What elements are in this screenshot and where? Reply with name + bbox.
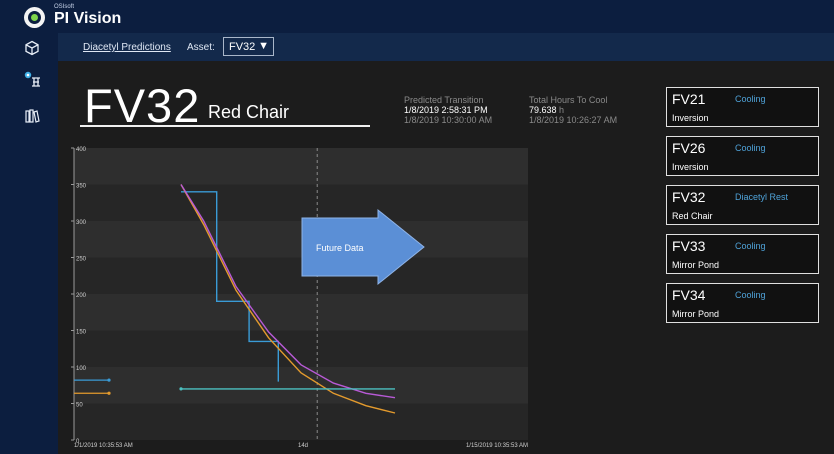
kpi-value: 1/8/2019 2:58:31 PM bbox=[404, 105, 488, 115]
display-link[interactable]: Diacetyl Predictions bbox=[83, 42, 171, 53]
kpi-total-hours[interactable]: Total Hours To Cool 79.638 h 1/8/2019 10… bbox=[529, 95, 617, 125]
tile-status: Diacetyl Rest bbox=[735, 192, 789, 202]
tile-description: Red Chair bbox=[672, 211, 713, 221]
x-mid-label: 14d bbox=[298, 443, 308, 448]
y-tick-label: 400 bbox=[76, 147, 87, 153]
app-header: OSIsoft PI Vision bbox=[0, 0, 834, 33]
tile-status: Cooling bbox=[735, 290, 766, 300]
product-name: PI Vision bbox=[54, 10, 122, 27]
x-start-label: 1/1/2019 10:35:53 AM bbox=[74, 443, 133, 448]
trend-chart[interactable]: 4003503002502001501005001/1/2019 10:35:5… bbox=[66, 143, 534, 448]
y-tick-label: 200 bbox=[76, 293, 87, 299]
tile-asset: FV32 bbox=[672, 189, 706, 205]
kpi-label: Total Hours To Cool bbox=[529, 95, 608, 105]
tile-description: Mirror Pond bbox=[672, 260, 720, 270]
tile-description: Mirror Pond bbox=[672, 309, 720, 319]
plot-band bbox=[74, 403, 528, 440]
asset-select[interactable]: FV32 ▼ bbox=[223, 37, 274, 56]
tile-asset: FV21 bbox=[672, 91, 706, 107]
y-tick-label: 350 bbox=[76, 184, 87, 190]
future-data-label: Future Data bbox=[316, 243, 364, 253]
tile-status: Cooling bbox=[735, 241, 766, 251]
asset-select-value: FV32 bbox=[229, 41, 256, 53]
tile-description: Inversion bbox=[672, 113, 709, 123]
asset-tile[interactable]: FV32 Diacetyl Rest Red Chair bbox=[666, 185, 819, 225]
asset-label: Asset: bbox=[187, 42, 215, 53]
plot-band bbox=[74, 221, 528, 258]
plot-band bbox=[74, 184, 528, 221]
cube-icon[interactable] bbox=[24, 40, 40, 56]
tile-description: Inversion bbox=[672, 162, 709, 172]
tile-status: Cooling bbox=[735, 94, 766, 104]
tile-status: Cooling bbox=[735, 143, 766, 153]
kpi-predicted-transition[interactable]: Predicted Transition 1/8/2019 2:58:31 PM… bbox=[404, 95, 492, 125]
kpi-timestamp: 1/8/2019 10:30:00 AM bbox=[404, 115, 493, 125]
asset-tile[interactable]: FV33 Cooling Mirror Pond bbox=[666, 234, 819, 274]
page-subtitle: Red Chair bbox=[208, 102, 290, 122]
kpi-label: Predicted Transition bbox=[404, 95, 484, 105]
kpi-unit: h bbox=[559, 105, 565, 115]
kpi-timestamp: 1/8/2019 10:26:27 AM bbox=[529, 115, 618, 125]
left-marker-dot bbox=[107, 378, 111, 382]
caret-down-icon: ▼ bbox=[258, 40, 269, 52]
tile-asset: FV26 bbox=[672, 140, 706, 156]
sidebar bbox=[0, 33, 58, 454]
asset-tile[interactable]: FV26 Cooling Inversion bbox=[666, 136, 819, 176]
y-tick-label: 150 bbox=[76, 330, 87, 336]
y-tick-label: 50 bbox=[76, 403, 83, 409]
y-tick-label: 100 bbox=[76, 366, 87, 372]
y-tick-label: 250 bbox=[76, 257, 87, 263]
tile-asset: FV33 bbox=[672, 238, 706, 254]
plot-band bbox=[74, 257, 528, 294]
plot-band bbox=[74, 294, 528, 331]
asset-tile[interactable]: FV34 Cooling Mirror Pond bbox=[666, 283, 819, 323]
display-toolbar: Diacetyl Predictions Asset: FV32 ▼ bbox=[58, 33, 834, 61]
asset-tile[interactable]: FV21 Cooling Inversion bbox=[666, 87, 819, 127]
target-marker-dot bbox=[179, 387, 183, 391]
tanks-monitor-icon[interactable] bbox=[24, 71, 40, 87]
x-end-label: 1/15/2019 10:35:53 AM bbox=[466, 443, 528, 448]
app-logo[interactable] bbox=[24, 7, 45, 28]
books-icon[interactable] bbox=[24, 108, 40, 124]
plot-band bbox=[74, 330, 528, 367]
title-underline bbox=[80, 125, 370, 127]
left-marker-dot bbox=[107, 391, 111, 395]
plot-band bbox=[74, 148, 528, 185]
kpi-value: 79.638 bbox=[529, 105, 557, 115]
y-tick-label: 300 bbox=[76, 220, 87, 226]
tile-asset: FV34 bbox=[672, 287, 706, 303]
